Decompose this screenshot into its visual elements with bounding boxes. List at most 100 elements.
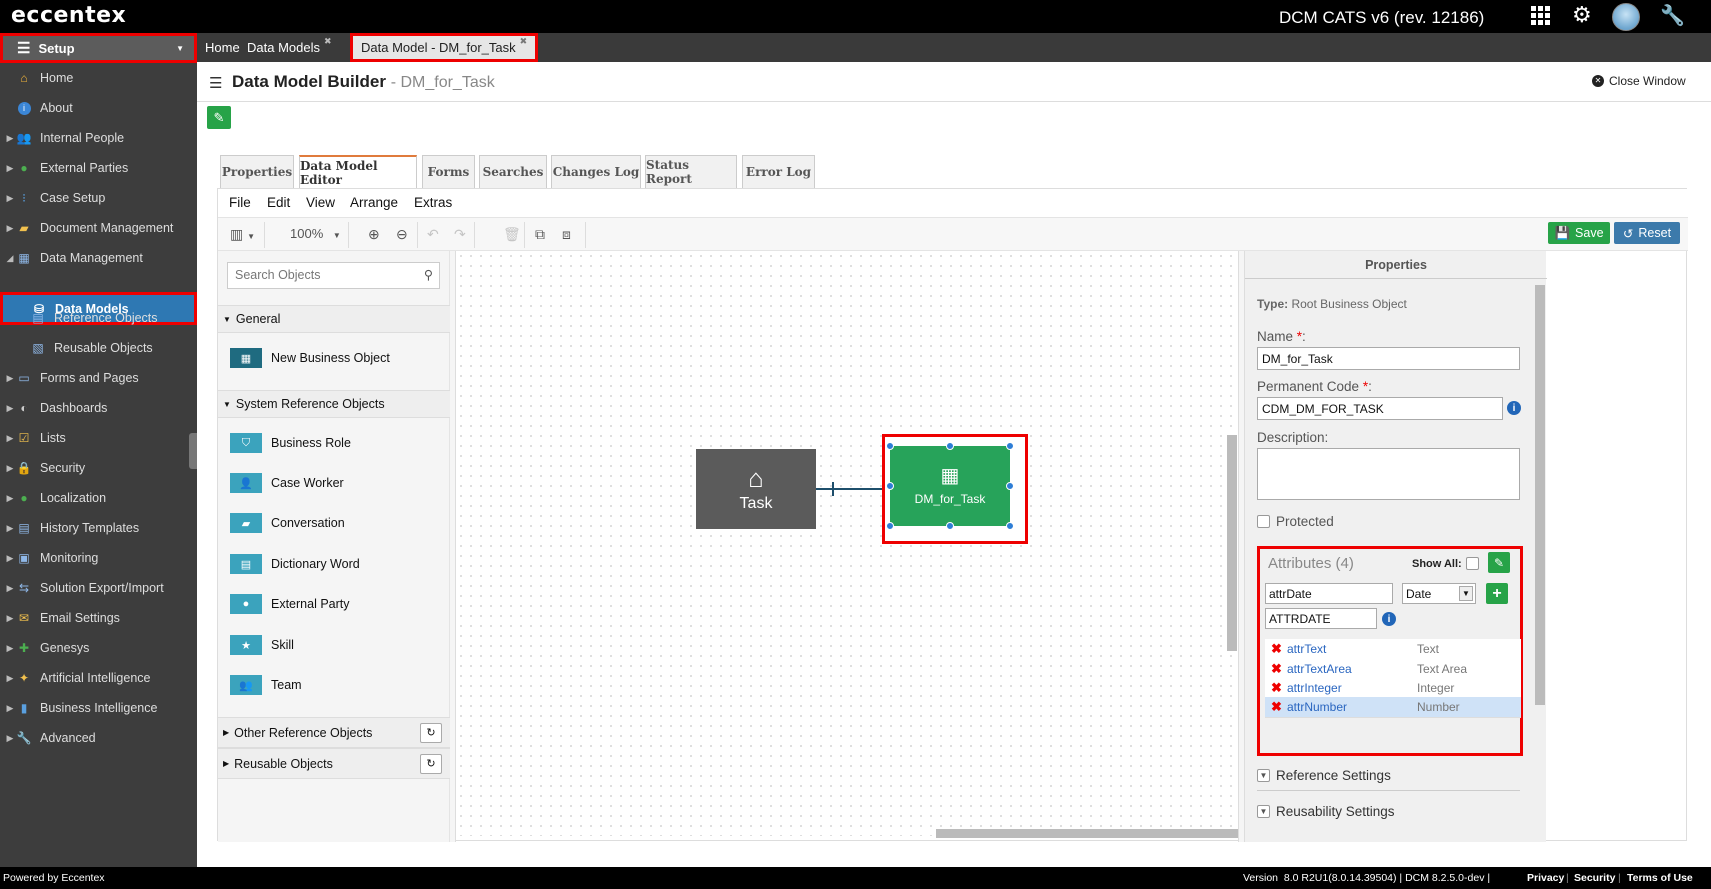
attribute-row[interactable]: ✖ attrNumber Number <box>1265 697 1521 718</box>
apps-grid-icon[interactable] <box>1531 6 1551 30</box>
sidebar-item-reference-objects[interactable]: ▤ Reference Objects <box>0 303 197 333</box>
delete-x-icon[interactable]: ✖ <box>1265 699 1287 715</box>
sidebar-item-home[interactable]: ⌂ Home <box>0 63 197 93</box>
palette-dictionary-word[interactable]: ▤ Dictionary Word <box>230 551 360 577</box>
new-attribute-name-input[interactable]: attrDate <box>1265 583 1393 604</box>
sidebar-item-artificial-intelligence[interactable]: ▶ ✦ Artificial Intelligence <box>0 663 197 693</box>
resize-handle[interactable] <box>886 522 894 530</box>
sidebar-item-localization[interactable]: ▶ ● Localization <box>0 483 197 513</box>
resize-handle[interactable] <box>1006 482 1014 490</box>
palette-conversation[interactable]: ▰ Conversation <box>230 510 345 536</box>
gear-icon[interactable]: ⚙ <box>1572 4 1592 26</box>
sidebar-item-data-management[interactable]: ◢ ▦ Data Management <box>0 243 197 273</box>
show-all-checkbox[interactable] <box>1466 557 1485 573</box>
horizontal-scrollbar[interactable] <box>936 829 1278 838</box>
sidebar-item-case-setup[interactable]: ▶ ⁝ Case Setup <box>0 183 197 213</box>
edit-attributes-button[interactable]: ✎ <box>1488 552 1510 573</box>
dm-for-task-node[interactable]: ▦ DM_for_Task <box>890 446 1010 526</box>
sidebar-item-history-templates[interactable]: ▶ ▤ History Templates <box>0 513 197 543</box>
delete-x-icon[interactable]: ✖ <box>1265 641 1287 657</box>
new-attribute-type-select[interactable]: Date ▼ <box>1402 583 1476 604</box>
sidebar-item-forms-and-pages[interactable]: ▶ ▭ Forms and Pages <box>0 363 197 393</box>
app-logo[interactable]: eccentex <box>11 3 126 28</box>
sidebar-item-internal-people[interactable]: ▶ 👥 Internal People <box>0 123 197 153</box>
sidebar-item-security[interactable]: ▶ 🔒 Security <box>0 453 197 483</box>
user-avatar[interactable] <box>1612 3 1640 31</box>
palette-business-role[interactable]: ⛉ Business Role <box>230 430 351 456</box>
sidebar-item-genesys[interactable]: ▶ ✚ Genesys <box>0 633 197 663</box>
wrench-icon[interactable]: 🔧 <box>1660 6 1685 26</box>
attribute-row[interactable]: ✖ attrTextArea Text Area <box>1265 659 1521 680</box>
tab-searches[interactable]: Searches <box>479 155 547 188</box>
delete-icon[interactable]: 🗑 <box>503 226 521 243</box>
menu-extras[interactable]: Extras <box>414 195 452 210</box>
resize-handle[interactable] <box>946 442 954 450</box>
sidebar-item-monitoring[interactable]: ▶ ▣ Monitoring <box>0 543 197 573</box>
section-general[interactable]: ▼ General <box>218 305 450 333</box>
tab-properties[interactable]: Properties <box>220 155 294 188</box>
info-icon[interactable]: i <box>1507 401 1521 415</box>
tab-forms[interactable]: Forms <box>422 155 475 188</box>
to-front-icon[interactable]: ⧉ <box>535 226 545 243</box>
palette-team[interactable]: 👥 Team <box>230 672 302 698</box>
zoom-in-icon[interactable]: ⊕ <box>368 226 380 243</box>
reusability-settings-toggle[interactable]: ▼ Reusability Settings <box>1257 804 1395 819</box>
sidebar-collapse-handle[interactable] <box>189 433 197 469</box>
section-system-reference-objects[interactable]: ▼ System Reference Objects <box>218 390 450 418</box>
add-attribute-button[interactable]: + <box>1486 583 1508 604</box>
sidebar-item-external-parties[interactable]: ▶ ● External Parties <box>0 153 197 183</box>
palette-new-business-object[interactable]: ▦ New Business Object <box>230 345 390 371</box>
setup-menu-button[interactable]: ☰ Setup ▼ <box>0 33 197 63</box>
sidebar-item-about[interactable]: i About <box>0 93 197 123</box>
resize-handle[interactable] <box>1006 442 1014 450</box>
delete-x-icon[interactable]: ✖ <box>1265 680 1287 696</box>
edit-pencil-button[interactable]: ✎ <box>207 106 231 129</box>
name-field[interactable]: DM_for_Task <box>1257 347 1520 370</box>
info-icon[interactable]: i <box>1382 612 1396 626</box>
attribute-row[interactable]: ✖ attrText Text <box>1265 639 1521 660</box>
resize-handle[interactable] <box>946 522 954 530</box>
menu-view[interactable]: View <box>306 195 335 210</box>
close-tab-icon[interactable]: ✖ <box>520 36 528 47</box>
sidebar-item-dashboards[interactable]: ▶ ◐ Dashboards <box>0 393 197 423</box>
search-objects-input[interactable]: Search Objects ⚲ <box>227 262 440 289</box>
menu-arrange[interactable]: Arrange <box>350 195 398 210</box>
resize-handle[interactable] <box>886 442 894 450</box>
privacy-link[interactable]: Privacy <box>1527 872 1564 884</box>
attribute-row[interactable]: ✖ attrInteger Integer <box>1265 678 1521 699</box>
menu-file[interactable]: File <box>229 195 251 210</box>
palette-external-party[interactable]: ● External Party <box>230 591 350 617</box>
sidebar-item-solution-export-import[interactable]: ▶ ⇆ Solution Export/Import <box>0 573 197 603</box>
resize-handle[interactable] <box>1006 522 1014 530</box>
reset-button[interactable]: ↺ Reset <box>1614 222 1680 244</box>
tab-data-models[interactable]: Data Models ✖ <box>239 33 340 62</box>
tab-data-model-dm-for-task[interactable]: Data Model - DM_for_Task ✖ <box>350 33 539 62</box>
refresh-icon[interactable]: ↻ <box>420 722 442 743</box>
sidebar-item-lists[interactable]: ▶ ☑ Lists <box>0 423 197 453</box>
protected-checkbox[interactable]: Protected <box>1257 514 1334 529</box>
sidebar-item-business-intelligence[interactable]: ▶ ▮ Business Intelligence <box>0 693 197 723</box>
sidebar-item-reusable-objects[interactable]: ▧ Reusable Objects <box>0 333 197 363</box>
reference-settings-toggle[interactable]: ▼ Reference Settings <box>1257 768 1391 783</box>
description-field[interactable] <box>1257 448 1520 500</box>
undo-icon[interactable]: ↶ <box>427 226 439 243</box>
task-node[interactable]: ⌂ Task <box>696 449 816 529</box>
terms-of-use-link[interactable]: Terms of Use <box>1627 872 1693 884</box>
delete-x-icon[interactable]: ✖ <box>1265 661 1287 677</box>
refresh-icon[interactable]: ↻ <box>420 753 442 774</box>
panel-layout-icon[interactable]: ▥ ▼ <box>230 226 255 243</box>
palette-case-worker[interactable]: 👤 Case Worker <box>230 470 344 496</box>
vertical-scrollbar[interactable] <box>1227 435 1237 651</box>
to-back-icon[interactable]: ⧈ <box>562 226 571 243</box>
tab-status-report[interactable]: Status Report <box>645 155 737 188</box>
resize-handle[interactable] <box>886 482 894 490</box>
permanent-code-field[interactable]: CDM_DM_FOR_TASK <box>1257 397 1503 420</box>
save-button[interactable]: 💾 Save <box>1548 222 1610 244</box>
security-link[interactable]: Security <box>1574 872 1615 884</box>
new-attribute-code-input[interactable]: ATTRDATE <box>1265 608 1377 629</box>
zoom-select[interactable]: 100% ▼ <box>290 226 341 241</box>
tab-data-model-editor[interactable]: Data Model Editor <box>299 155 417 189</box>
close-tab-icon[interactable]: ✖ <box>324 36 332 47</box>
tab-error-log[interactable]: Error Log <box>742 155 815 188</box>
sidebar-item-email-settings[interactable]: ▶ ✉ Email Settings <box>0 603 197 633</box>
